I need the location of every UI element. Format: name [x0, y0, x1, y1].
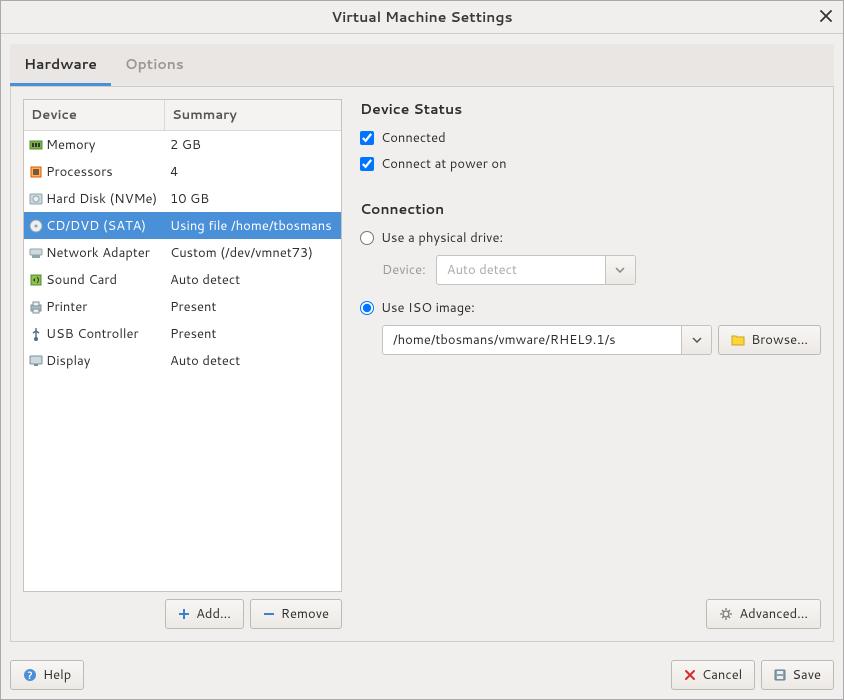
connect-power-checkbox-row[interactable]: Connect at power on	[360, 155, 821, 173]
connected-checkbox[interactable]	[360, 131, 374, 145]
cancel-button[interactable]: Cancel	[671, 660, 755, 690]
device-summary: 4	[165, 163, 341, 181]
disk-icon	[28, 191, 44, 207]
device-detail-column: Device Status Connected Connect at power…	[360, 99, 821, 629]
table-row[interactable]: Sound Card Auto detect	[24, 266, 341, 293]
help-button[interactable]: ? Help	[10, 660, 84, 690]
help-icon: ?	[23, 668, 37, 682]
chevron-down-icon	[692, 337, 702, 343]
device-status-title: Device Status	[360, 99, 821, 119]
connection-title: Connection	[360, 199, 821, 219]
settings-window: Virtual Machine Settings Hardware Option…	[0, 0, 844, 700]
physical-device-value: Auto detect	[437, 256, 605, 284]
usb-icon	[28, 326, 44, 342]
table-row[interactable]: Printer Present	[24, 293, 341, 320]
chevron-down-icon	[615, 267, 625, 273]
physical-device-dropdown	[605, 256, 635, 284]
window-title: Virtual Machine Settings	[331, 7, 512, 27]
optical-icon	[28, 218, 44, 234]
physical-device-combo: Auto detect	[436, 255, 636, 285]
device-name: Display	[46, 352, 91, 370]
svg-text:?: ?	[27, 669, 32, 682]
tab-bar: Hardware Options	[10, 44, 834, 86]
device-label: Device:	[382, 261, 426, 279]
device-summary: Present	[165, 325, 341, 343]
tab-options[interactable]: Options	[111, 44, 198, 86]
hardware-panel: Device Summary Memory 2 GB Processors 4	[10, 86, 834, 642]
device-name: Sound Card	[46, 271, 117, 289]
network-icon	[28, 245, 44, 261]
add-button[interactable]: Add...	[165, 599, 244, 629]
device-summary: Present	[165, 298, 341, 316]
table-row[interactable]: Display Auto detect	[24, 347, 341, 374]
remove-button[interactable]: Remove	[250, 599, 342, 629]
plus-icon	[178, 608, 190, 620]
tab-hardware[interactable]: Hardware	[10, 44, 111, 86]
dialog-footer: ? Help Cancel Save	[1, 651, 843, 699]
cpu-icon	[28, 164, 44, 180]
device-table: Device Summary Memory 2 GB Processors 4	[23, 99, 342, 592]
sound-icon	[28, 272, 44, 288]
connect-power-checkbox[interactable]	[360, 157, 374, 171]
content-area: Hardware Options Device Summary Memory 2…	[1, 34, 843, 651]
device-summary: 10 GB	[165, 190, 341, 208]
close-button[interactable]	[815, 5, 837, 27]
device-list-column: Device Summary Memory 2 GB Processors 4	[23, 99, 342, 629]
titlebar: Virtual Machine Settings	[1, 1, 843, 34]
iso-path-value: /home/tbosmans/vmware/RHEL9.1/s	[383, 326, 681, 354]
table-row[interactable]: Network Adapter Custom (/dev/vmnet73)	[24, 239, 341, 266]
device-name: Network Adapter	[46, 244, 150, 262]
table-row[interactable]: Hard Disk (NVMe) 10 GB	[24, 185, 341, 212]
use-physical-radio-row[interactable]: Use a physical drive:	[360, 229, 821, 247]
table-row[interactable]: Memory 2 GB	[24, 131, 341, 158]
device-name: CD/DVD (SATA)	[46, 217, 146, 235]
table-row[interactable]: CD/DVD (SATA) Using file /home/tbosmans	[24, 212, 341, 239]
minus-icon	[263, 608, 275, 620]
cancel-icon	[684, 669, 696, 681]
use-iso-radio[interactable]	[360, 301, 374, 315]
device-name: USB Controller	[46, 325, 139, 343]
device-summary: Auto detect	[165, 271, 341, 289]
col-header-device[interactable]: Device	[24, 100, 165, 130]
iso-path-dropdown[interactable]	[681, 326, 711, 354]
table-row[interactable]: Processors 4	[24, 158, 341, 185]
save-button[interactable]: Save	[761, 660, 834, 690]
gear-icon	[719, 607, 733, 621]
use-physical-radio[interactable]	[360, 231, 374, 245]
table-row[interactable]: USB Controller Present	[24, 320, 341, 347]
col-header-summary[interactable]: Summary	[165, 100, 341, 130]
display-icon	[28, 353, 44, 369]
device-name: Hard Disk (NVMe)	[46, 190, 157, 208]
device-name: Printer	[46, 298, 87, 316]
browse-button[interactable]: Browse...	[718, 325, 821, 355]
connected-checkbox-row[interactable]: Connected	[360, 129, 821, 147]
memory-icon	[28, 137, 44, 153]
device-summary: Custom (/dev/vmnet73)	[165, 244, 341, 262]
device-table-header: Device Summary	[24, 100, 341, 131]
folder-icon	[731, 334, 745, 346]
device-name: Memory	[46, 136, 95, 154]
save-icon	[774, 669, 786, 681]
use-iso-radio-row[interactable]: Use ISO image:	[360, 299, 821, 317]
iso-path-combo[interactable]: /home/tbosmans/vmware/RHEL9.1/s	[382, 325, 712, 355]
device-summary: 2 GB	[165, 136, 341, 154]
device-summary: Auto detect	[165, 352, 341, 370]
advanced-button[interactable]: Advanced...	[706, 599, 821, 629]
close-icon	[820, 10, 832, 22]
device-summary: Using file /home/tbosmans	[165, 217, 341, 235]
device-name: Processors	[46, 163, 113, 181]
printer-icon	[28, 299, 44, 315]
